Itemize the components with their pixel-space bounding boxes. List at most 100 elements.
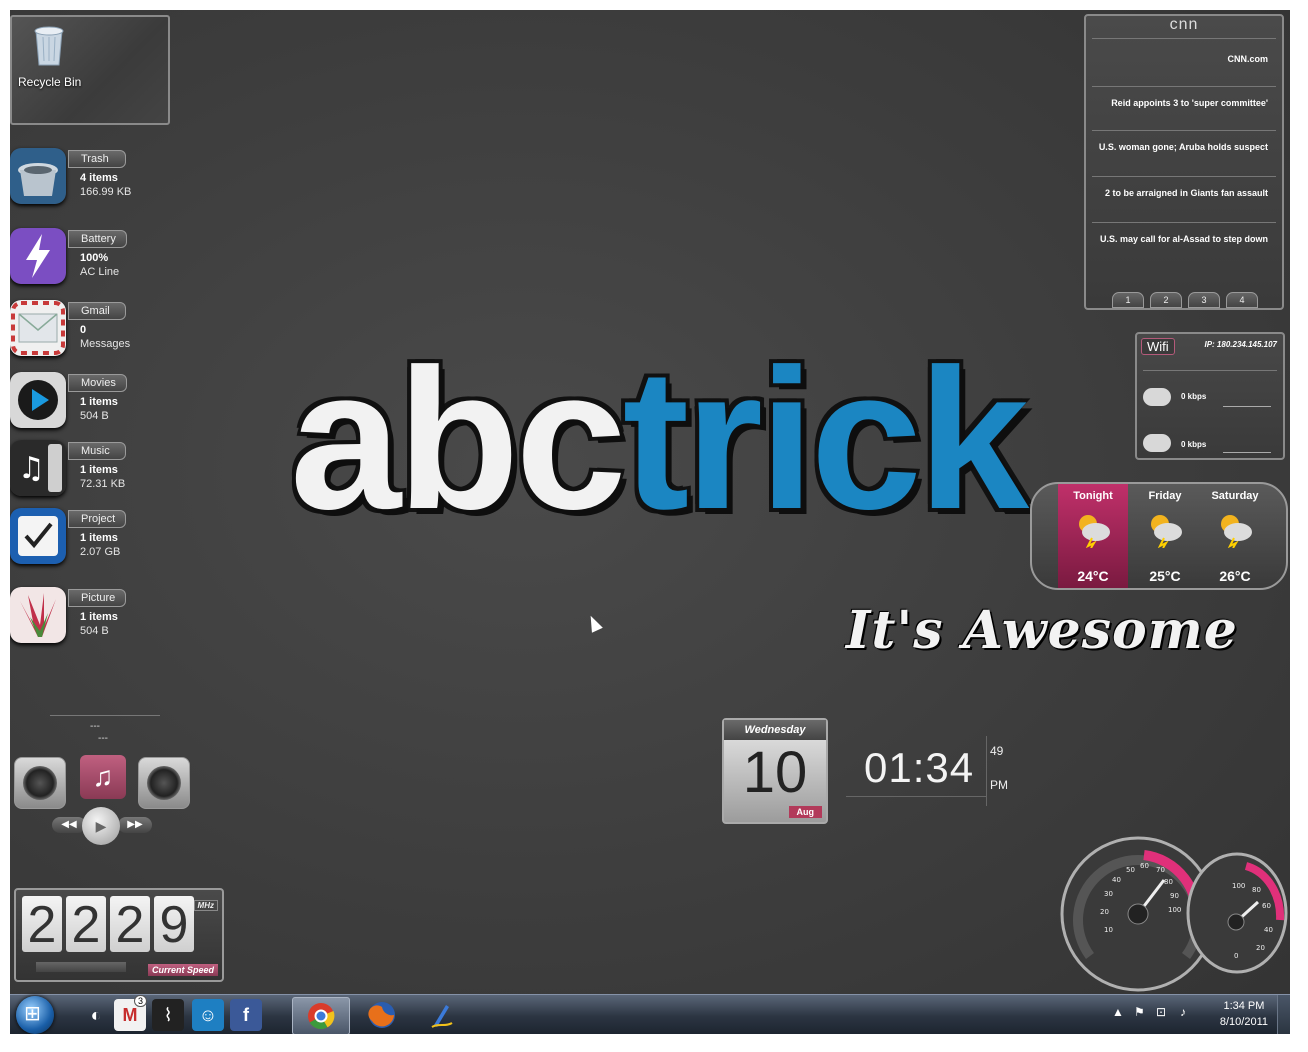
divider [1223,406,1271,407]
recycle-bin[interactable]: Recycle Bin [10,15,170,125]
picture-icon [10,587,66,643]
abctrick-logo: abctrick [290,340,1029,540]
taskbar-chrome[interactable] [292,997,350,1034]
cpu-speed-widget: 2 2 2 9 MHz Current Speed [14,888,224,982]
clock-ampm: PM [990,778,1008,792]
svg-text:70: 70 [1156,866,1165,874]
cpu-unit: MHz [193,900,218,911]
show-desktop-button[interactable] [1277,995,1290,1034]
widget-line1: 1 items [80,464,118,476]
widget-line1: 100% [80,252,109,264]
divider [1092,86,1276,87]
divider [986,736,987,806]
news-item[interactable]: U.S. woman gone; Aruba holds suspect [1098,142,1268,153]
logo-part-abc: abc [290,328,627,551]
news-item[interactable]: Reid appoints 3 to 'super committee' [1098,98,1268,109]
recycle-bin-label: Recycle Bin [18,75,82,89]
storm-cloud-icon [1079,515,1110,548]
system-time: 1:34 PM [1223,1000,1265,1012]
taskbar-writer[interactable] [414,997,470,1033]
svg-text:60: 60 [1140,862,1149,870]
system-clock[interactable]: 1:34 PM 8/10/2011 [1220,998,1268,1030]
battery-icon [10,228,66,284]
weather-temp: 26°C [1219,568,1251,584]
taskbar-firefox[interactable] [354,997,410,1033]
clock-seconds: 49 [990,744,1004,758]
cpu-digit: 2 [110,896,150,954]
weather-day-label: Tonight [1073,490,1113,502]
widget-line1: 1 items [80,611,118,623]
gmail-badge: 3 [134,995,148,1007]
next-button[interactable]: ▶▶ [118,817,152,833]
divider [1092,222,1276,223]
widget-tag: Trash [68,150,126,168]
widget-line2: AC Line [80,266,120,278]
page-button-2[interactable]: 2 [1150,292,1182,308]
svg-text:♫: ♫ [18,451,45,486]
divider [1143,370,1277,371]
track-artist: --- [98,733,108,744]
widget-battery[interactable]: Battery 100% AC Line [10,228,200,288]
taskbar: ◐ M 3 ⌇ ☺ f ▲ ⚑ ⊡ ♪ [10,994,1290,1034]
widget-line2: 166.99 KB [80,186,132,198]
svg-text:0: 0 [1234,952,1238,960]
news-item[interactable]: CNN.com [1098,54,1268,65]
page-button-1[interactable]: 1 [1112,292,1144,308]
music-note-icon[interactable]: ♫ [80,755,126,799]
widget-music[interactable]: ♫ Music 1 items 72.31 KB [10,440,200,500]
widget-line1: 1 items [80,396,118,408]
widget-trash[interactable]: Trash 4 items 166.99 KB [10,148,200,208]
widget-tag: Gmail [68,302,126,320]
volume-icon[interactable]: ♪ [1180,1005,1186,1019]
widget-movies[interactable]: Movies 1 items 504 B [10,372,200,432]
svg-text:100: 100 [1232,882,1245,890]
previous-button[interactable]: ◀◀ [52,817,86,833]
play-icon [10,372,66,428]
widget-project[interactable]: Project 1 items 2.07 GB [10,508,200,568]
action-center-flag-icon[interactable]: ⚑ [1134,1005,1145,1019]
download-cloud-icon [1143,388,1171,406]
chat-icon[interactable]: ☺ [192,999,224,1031]
clock-widget: 01:34 49 PM [846,736,1016,806]
widget-picture[interactable]: Picture 1 items 504 B [10,587,200,647]
widget-line2: 72.31 KB [80,478,126,490]
widget-tag: Picture [68,589,127,607]
cnn-news-widget: cnn CNN.com Reid appoints 3 to 'super co… [1084,14,1284,310]
trash-icon [10,148,66,204]
network-icon[interactable]: ⊡ [1156,1005,1166,1019]
weather-day-saturday: Saturday 26°C [1200,484,1270,588]
news-item[interactable]: U.S. may call for al-Assad to step down [1098,234,1268,245]
cpu-label: Current Speed [147,964,218,976]
svg-text:20: 20 [1256,944,1265,952]
cpu-graph [36,962,126,972]
page-button-4[interactable]: 4 [1226,292,1258,308]
svg-text:100: 100 [1168,906,1181,914]
logo-part-trick: trick [622,328,1029,551]
widget-line1: 4 items [80,172,118,184]
upload-cloud-icon [1143,434,1171,452]
divider [846,796,986,797]
ip-address: IP: 180.234.145.107 [1204,340,1277,349]
play-button[interactable]: ▶ [82,807,120,845]
page-button-3[interactable]: 3 [1188,292,1220,308]
download-rate: 0 kbps [1181,392,1207,401]
pinned-app-icon[interactable]: ◐ [80,999,112,1031]
divider [1092,38,1276,39]
svg-text:60: 60 [1262,902,1271,910]
divider [1092,176,1276,177]
start-button[interactable] [16,996,54,1034]
show-hidden-icons[interactable]: ▲ [1112,1005,1124,1019]
widget-line2: 2.07 GB [80,546,121,558]
svg-text:40: 40 [1112,876,1121,884]
facebook-icon[interactable]: f [230,999,262,1031]
rss-icon[interactable]: ⌇ [152,999,184,1031]
divider [1223,452,1271,453]
track-title: --- [90,721,100,732]
widget-gmail[interactable]: Gmail 0 Messages [10,300,200,360]
widget-tag: Movies [68,374,127,392]
svg-text:20: 20 [1100,908,1109,916]
mail-icon [10,300,66,356]
news-item[interactable]: 2 to be arraigned in Giants fan assault [1098,188,1268,199]
firefox-icon [368,1002,395,1028]
chrome-icon [308,1003,335,1030]
